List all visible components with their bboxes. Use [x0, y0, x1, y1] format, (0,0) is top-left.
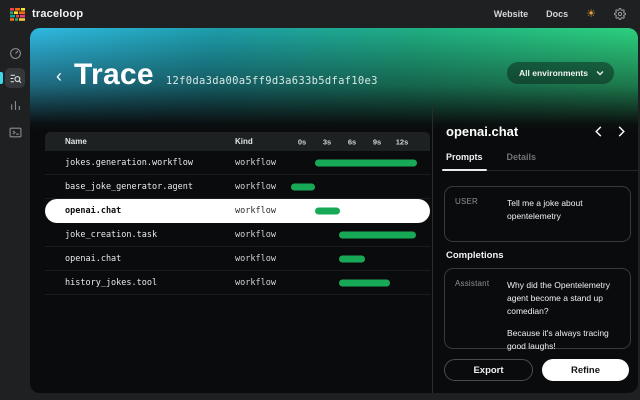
- sidebar-item-analytics[interactable]: [5, 95, 25, 115]
- span-kind: workflow: [235, 254, 290, 264]
- tab-prompts[interactable]: Prompts: [446, 152, 483, 162]
- settings-gear-icon[interactable]: [614, 8, 626, 20]
- span-kind: workflow: [235, 206, 290, 216]
- timeline-tick: 9s: [373, 137, 381, 146]
- timeline-axis: 0s 3s 6s 9s 12s: [290, 132, 420, 151]
- column-header-name: Name: [45, 137, 235, 146]
- topnav: Website Docs ☀: [494, 8, 626, 20]
- next-span-button[interactable]: [617, 126, 626, 137]
- span-name: history_jokes.tool: [45, 278, 235, 288]
- duration-bar: [339, 231, 416, 238]
- sidebar-active-indicator: [0, 72, 3, 84]
- table-row[interactable]: openai.chatworkflow: [45, 199, 430, 223]
- trace-id: 12f0da3da00a5ff9d3a633b5dfaf10e3: [166, 75, 378, 87]
- span-kind: workflow: [235, 278, 290, 288]
- span-name: joke_creation.task: [45, 230, 235, 240]
- topbar: traceloop Website Docs ☀: [0, 0, 640, 28]
- span-name: openai.chat: [45, 254, 235, 264]
- span-timeline-cell: [290, 223, 420, 246]
- sidebar: [0, 28, 30, 400]
- docs-link[interactable]: Docs: [546, 9, 568, 19]
- spans-table-header: Name Kind 0s 3s 6s 9s 12s: [45, 132, 430, 151]
- span-name: openai.chat: [45, 206, 235, 216]
- table-row[interactable]: base_joke_generator.agentworkflow: [45, 175, 430, 199]
- spans-table: Name Kind 0s 3s 6s 9s 12s jokes.generation.w…: [45, 132, 430, 295]
- prompt-message-box: USER Tell me a joke about opentelemetry: [444, 186, 631, 242]
- span-timeline-cell: [290, 199, 420, 222]
- gauge-icon: [9, 47, 22, 60]
- sidebar-item-playground[interactable]: [5, 122, 25, 142]
- completion-message-box: Assistant Why did the Opentelemetry agen…: [444, 268, 631, 349]
- span-name: jokes.generation.workflow: [45, 158, 235, 168]
- chevron-right-icon: [617, 126, 626, 137]
- environment-selector-label: All environments: [519, 68, 588, 78]
- completion-text: Why did the Opentelemetry agent become a…: [507, 279, 620, 338]
- sidebar-item-dashboard[interactable]: [5, 43, 25, 63]
- trace-search-icon: [9, 72, 22, 85]
- sidebar-item-traces[interactable]: [5, 68, 25, 88]
- panel-tabs: Prompts Details: [446, 152, 638, 171]
- span-timeline-cell: [290, 151, 420, 174]
- timeline-tick: 0s: [298, 137, 306, 146]
- completion-role-label: Assistant: [455, 279, 507, 338]
- table-row[interactable]: openai.chatworkflow: [45, 247, 430, 271]
- span-timeline-cell: [290, 271, 420, 294]
- export-button[interactable]: Export: [444, 359, 533, 381]
- prev-span-button[interactable]: [594, 126, 603, 137]
- span-kind: workflow: [235, 158, 290, 168]
- environment-selector[interactable]: All environments: [507, 62, 614, 84]
- refine-button[interactable]: Refine: [542, 359, 629, 381]
- playground-icon: [9, 126, 22, 139]
- spans-table-rows: jokes.generation.workflowworkflowbase_jo…: [45, 151, 430, 295]
- brand-name: traceloop: [32, 8, 83, 20]
- column-header-kind: Kind: [235, 137, 290, 146]
- duration-bar: [315, 207, 340, 214]
- span-kind: workflow: [235, 230, 290, 240]
- timeline-tick: 12s: [396, 137, 409, 146]
- span-name: base_joke_generator.agent: [45, 182, 235, 192]
- website-link[interactable]: Website: [494, 9, 528, 19]
- span-kind: workflow: [235, 182, 290, 192]
- timeline-tick: 6s: [348, 137, 356, 146]
- page-title: Trace: [74, 58, 154, 92]
- completions-heading: Completions: [446, 250, 504, 261]
- panel-footer: Export Refine: [444, 359, 629, 381]
- chevron-left-icon: [594, 126, 603, 137]
- table-row[interactable]: joke_creation.taskworkflow: [45, 223, 430, 247]
- theme-toggle-sun-icon[interactable]: ☀: [586, 9, 596, 20]
- prompt-text: Tell me a joke about opentelemetry: [507, 197, 620, 231]
- table-row[interactable]: jokes.generation.workflowworkflow: [45, 151, 430, 175]
- traceloop-logo-icon: [10, 8, 25, 21]
- span-title: openai.chat: [446, 124, 518, 139]
- back-button[interactable]: ‹: [56, 67, 62, 85]
- bar-chart-icon: [9, 99, 22, 112]
- duration-bar: [291, 183, 315, 190]
- tab-details[interactable]: Details: [507, 152, 537, 162]
- chevron-down-icon: [596, 70, 604, 76]
- span-timeline-cell: [290, 175, 420, 198]
- timeline-tick: 3s: [323, 137, 331, 146]
- duration-bar: [339, 279, 390, 286]
- duration-bar: [339, 255, 365, 262]
- span-detail-panel: openai.chat Prompts Details USER Tell me…: [432, 104, 638, 393]
- span-timeline-cell: [290, 247, 420, 270]
- brand[interactable]: traceloop: [10, 8, 83, 21]
- table-row[interactable]: history_jokes.toolworkflow: [45, 271, 430, 295]
- duration-bar: [315, 159, 417, 166]
- prompt-role-label: USER: [455, 197, 507, 231]
- trace-view-card: ‹ Trace 12f0da3da00a5ff9d3a633b5dfaf10e3…: [30, 28, 638, 393]
